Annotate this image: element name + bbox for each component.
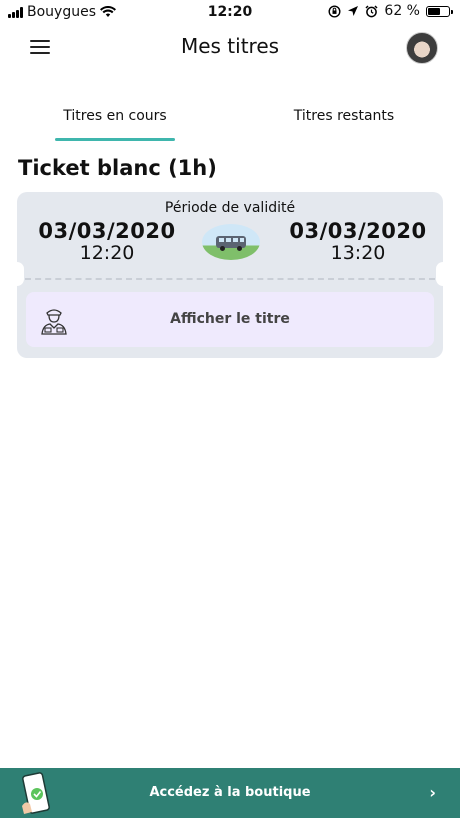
ticket-card: Période de validité 03/03/2020 12:20 03/… [10,192,450,358]
ticket-notch-right [436,262,450,286]
battery-icon [426,5,453,17]
end-time: 13:20 [330,242,386,264]
tabs: Titres en cours Titres restants [0,108,460,144]
active-tab-indicator [55,138,175,141]
battery-fill [428,7,441,15]
validity-end: 03/03/2020 13:20 [273,219,443,264]
avatar[interactable] [406,32,438,64]
page-title: Mes titres [180,34,280,58]
shop-banner-button[interactable]: Accédez à la boutique › [0,768,460,818]
tab-titres-en-cours[interactable]: Titres en cours [55,108,175,124]
orientation-lock-icon [328,4,341,18]
ticket-perforation [25,278,435,280]
end-date: 03/03/2020 [289,219,427,243]
status-right: 62 % [328,3,453,19]
tab-titres-restants[interactable]: Titres restants [284,108,404,124]
app-header: Mes titres [0,24,460,72]
start-time: 12:20 [79,242,135,264]
validity-start: 03/03/2020 12:20 [22,219,192,264]
ticket-notch-left [10,262,24,286]
chevron-right-icon: › [429,783,436,802]
show-ticket-label: Afficher le titre [170,311,290,327]
shop-label: Accédez à la boutique [149,785,311,800]
battery-percent: 62 % [384,3,420,19]
alarm-icon [365,4,378,17]
ticket-title: Ticket blanc (1h) [18,156,217,180]
validity-label: Période de validité [164,200,296,216]
show-ticket-button[interactable]: Afficher le titre [26,292,434,347]
status-bar: Bouygues 12:20 62 % [0,0,460,24]
bus-icon [202,224,260,260]
start-date: 03/03/2020 [38,219,176,243]
location-arrow-icon [348,6,359,16]
